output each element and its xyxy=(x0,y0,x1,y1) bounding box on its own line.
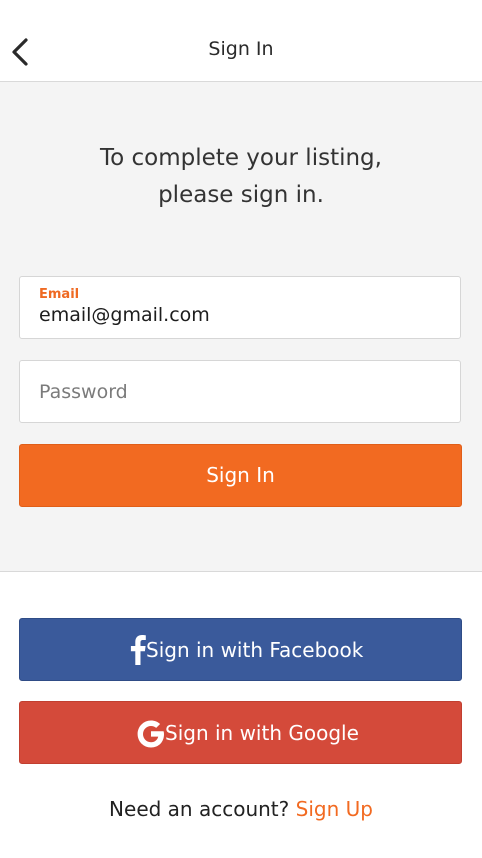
google-button-content: Sign in with Google xyxy=(20,702,461,763)
need-account-text: Need an account? xyxy=(109,797,290,821)
sign-in-form-panel: To complete your listing, please sign in… xyxy=(0,82,482,572)
intro-message: To complete your listing, please sign in… xyxy=(0,140,482,214)
google-sign-in-button[interactable]: Sign in with Google xyxy=(19,701,462,764)
email-field[interactable]: Email email@gmail.com xyxy=(19,276,461,339)
password-field[interactable]: Password xyxy=(19,360,461,423)
intro-line-1: To complete your listing, xyxy=(100,145,382,171)
page-title: Sign In xyxy=(208,38,274,60)
sign-up-prompt: Need an account? Sign Up xyxy=(0,797,482,821)
top-bar: Sign In xyxy=(0,0,482,82)
facebook-button-label: Sign in with Facebook xyxy=(146,638,364,662)
google-icon xyxy=(137,720,164,748)
email-value: email@gmail.com xyxy=(39,304,210,326)
facebook-icon xyxy=(130,635,146,665)
intro-line-2: please sign in. xyxy=(158,182,324,208)
sign-in-screen: Sign In To complete your listing, please… xyxy=(0,0,482,858)
password-placeholder: Password xyxy=(39,381,128,403)
sign-up-link[interactable]: Sign Up xyxy=(296,797,373,821)
google-button-label: Sign in with Google xyxy=(165,721,359,745)
email-label: Email xyxy=(39,287,80,302)
facebook-button-content: Sign in with Facebook xyxy=(20,619,461,680)
sign-in-button[interactable]: Sign In xyxy=(19,444,462,507)
facebook-sign-in-button[interactable]: Sign in with Facebook xyxy=(19,618,462,681)
